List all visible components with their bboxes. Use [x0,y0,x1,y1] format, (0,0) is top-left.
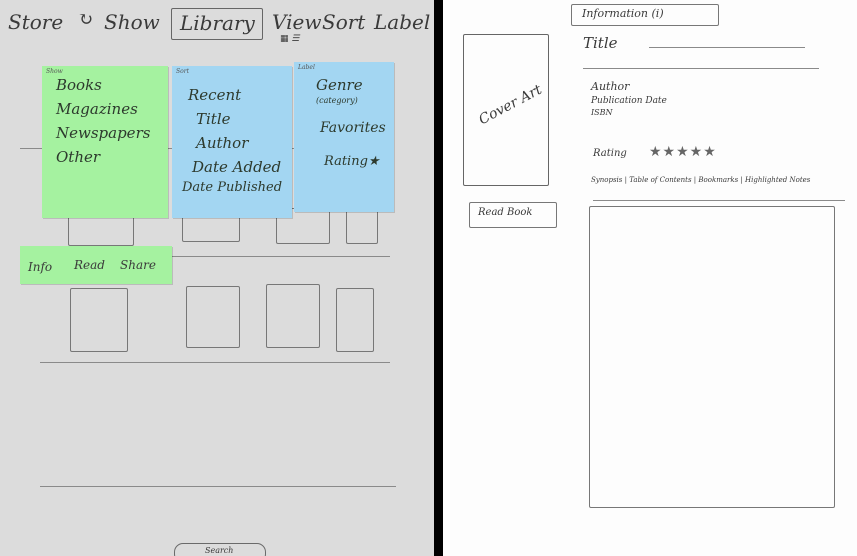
view-mode-icons[interactable]: ▦ ☰ [280,34,299,44]
show-item-other[interactable]: Other [56,148,100,166]
content-panel [589,206,835,508]
label-item-genre[interactable]: Genre [316,76,363,94]
detail-tabs: Synopsis | Table of Contents | Bookmarks… [591,176,811,184]
store-link[interactable]: Store [8,10,63,34]
book-thumbnail[interactable] [186,286,240,348]
show-menu-dropdown: Show Books Magazines Newspapers Other [42,66,168,218]
show-item-newspapers[interactable]: Newspapers [56,124,150,142]
read-book-label: Read Book [478,207,533,218]
shelf-line [40,486,396,487]
label-menu-button[interactable]: Label [374,10,430,34]
sort-menu-dropdown: Sort Recent Title Author Date Added Date… [172,66,292,218]
view-menu-button[interactable]: View [272,10,321,34]
library-tab-label: Library [180,11,255,35]
book-thumbnail[interactable] [336,288,374,352]
divider [593,200,845,201]
rating-label: Rating [593,148,627,159]
sort-item-author[interactable]: Author [196,134,248,152]
divider [583,68,819,69]
sort-menu-tab: Sort [176,68,190,75]
show-menu-button[interactable]: Show [104,10,160,34]
show-item-magazines[interactable]: Magazines [56,100,138,118]
sort-item-recent[interactable]: Recent [188,86,241,104]
tab-table-of-contents[interactable]: Table of Contents [629,176,691,184]
book-action-bar: Info Read Share [20,246,172,284]
library-screen-sketch: Store ↻ Show Library View ▦ ☰ Sort Label… [0,0,434,556]
title-field-label: Title [583,34,618,52]
show-menu-tab: Show [46,68,63,75]
cover-art-placeholder: Cover Art [463,34,549,186]
sort-item-title[interactable]: Title [196,110,231,128]
label-item-favorites[interactable]: Favorites [320,120,386,136]
sort-menu-button[interactable]: Sort [322,10,365,34]
publication-date-field: Publication Date [591,96,667,106]
label-item-genre-category: (category) [316,96,358,105]
share-action[interactable]: Share [120,258,156,272]
label-item-rating[interactable]: Rating★ [324,154,380,169]
title-underline [649,47,805,48]
book-thumbnail[interactable] [346,208,378,244]
cover-art-label: Cover Art [476,81,545,129]
book-info-screen-sketch: Information (i) Title Cover Art Author P… [443,0,857,556]
label-menu-dropdown: Label Genre (category) Favorites Rating★ [294,62,394,212]
label-menu-tab: Label [298,64,315,71]
information-header-label: Information (i) [582,7,664,20]
rating-stars[interactable]: ★★★★★ [649,144,717,160]
sync-icon[interactable]: ↻ [78,9,93,30]
shelf-line [40,362,390,363]
isbn-field: ISBN [591,108,613,117]
information-header: Information (i) [571,4,719,26]
search-bar[interactable]: Search [174,543,266,556]
book-thumbnail[interactable] [70,288,128,352]
show-item-books[interactable]: Books [56,76,102,94]
sort-item-date-published[interactable]: Date Published [182,180,282,195]
tab-highlighted-notes[interactable]: Highlighted Notes [745,176,810,184]
book-thumbnail[interactable] [266,284,320,348]
tab-synopsis[interactable]: Synopsis [591,176,622,184]
sort-item-date-added[interactable]: Date Added [192,158,281,176]
tab-bookmarks[interactable]: Bookmarks [698,176,738,184]
read-action[interactable]: Read [74,258,105,272]
search-label: Search [205,546,234,555]
info-action[interactable]: Info [28,260,52,274]
read-book-button[interactable]: Read Book [469,202,557,228]
library-tab[interactable]: Library [171,8,263,40]
author-field: Author [591,80,630,93]
